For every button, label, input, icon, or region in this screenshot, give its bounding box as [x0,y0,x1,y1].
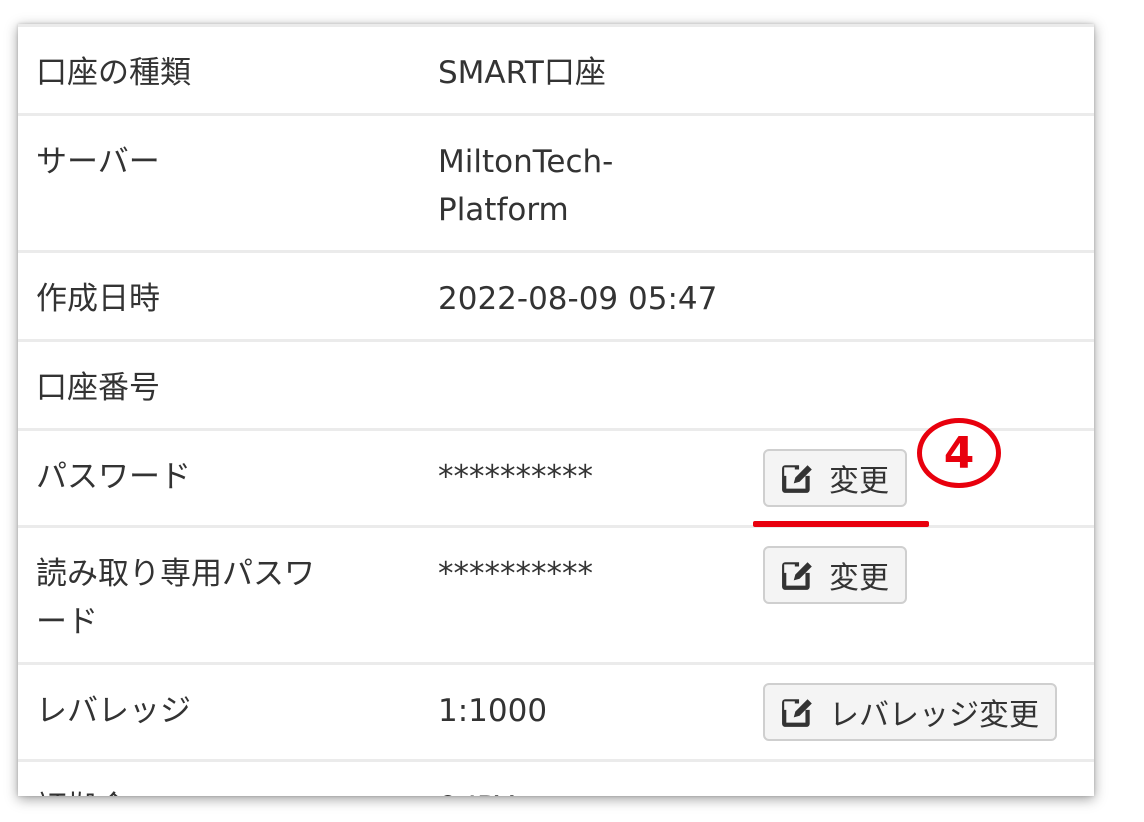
table-row-leverage: レバレッジ 1:1000 レバレッジ変更 [18,663,1094,761]
row-label-created-at: 作成日時 [36,281,160,317]
account-info-card: 口座の種類 SMART口座 サーバー MiltonTech- Platform … [18,24,1094,796]
table-row-created-at: 作成日時 2022-08-09 05:47 [18,251,1094,341]
row-value-account-type: SMART口座 [438,55,606,91]
change-leverage-button-label: レバレッジ変更 [829,698,1039,733]
row-value-leverage: 1:1000 [438,693,548,729]
row-value-created-at: 2022-08-09 05:47 [438,281,718,317]
table-row-server: サーバー MiltonTech- Platform [18,114,1094,252]
row-label-password: パスワード [36,459,191,495]
row-label-leverage: レバレッジ [36,693,191,729]
row-label-server: サーバー [36,144,160,180]
account-info-table: 口座の種類 SMART口座 サーバー MiltonTech- Platform … [18,24,1094,796]
change-password-button[interactable]: 変更 [763,449,907,507]
table-row-account-number: 口座番号 [18,340,1094,430]
change-readonly-password-button-label: 変更 [829,561,889,596]
row-label-margin: 証拠金 [18,761,438,796]
row-label-account-number: 口座番号 [36,370,160,406]
table-row-account-type: 口座の種類 SMART口座 [18,25,1094,115]
row-value-account-number [438,341,763,430]
row-label-account-type: 口座の種類 [36,55,191,91]
row-value-margin: 0 JPY [438,761,763,796]
row-label-readonly-password: 読み取り専用パスワ ード [36,556,315,640]
table-row-margin: 証拠金 0 JPY [18,760,1094,796]
pencil-square-icon [782,463,813,493]
step-number-badge: 4 [917,418,1001,488]
change-password-button-label: 変更 [829,464,889,499]
row-value-readonly-password: ********** [438,556,593,592]
change-leverage-button[interactable]: レバレッジ変更 [763,683,1057,741]
row-value-server: MiltonTech- Platform [438,144,614,228]
row-value-password: ********** [438,459,593,495]
pencil-square-icon [782,560,813,590]
highlight-underline [753,521,929,527]
pencil-square-icon [782,697,813,727]
change-readonly-password-button[interactable]: 変更 [763,546,907,604]
table-row-readonly-password: 読み取り専用パスワ ード ********** 変更 [18,526,1094,664]
